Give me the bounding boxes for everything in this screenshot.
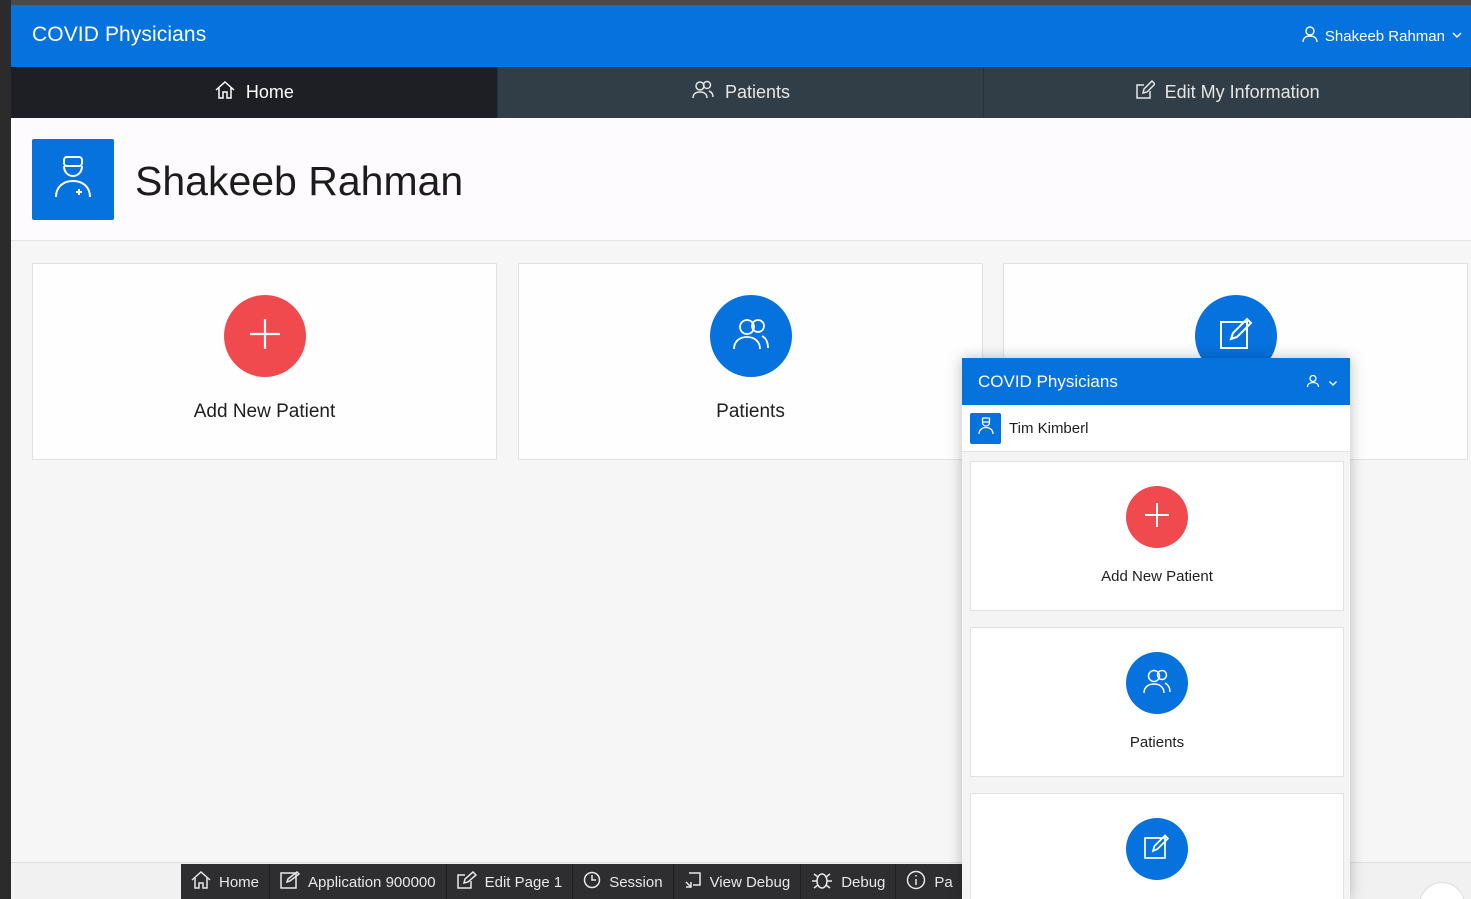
app-title[interactable]: COVID Physicians <box>32 23 206 47</box>
tab-label: Patients <box>724 82 791 102</box>
tab-label: Home <box>245 82 294 102</box>
edit-icon <box>456 870 477 893</box>
devbar-page-info[interactable]: Pa <box>896 864 964 899</box>
user-icon <box>1306 374 1320 393</box>
doctor-icon <box>53 155 93 204</box>
devbar-session[interactable]: Session <box>573 864 674 899</box>
users-icon <box>731 317 771 356</box>
mobile-page-hero: Tim Kimberl <box>962 405 1350 452</box>
tab-edit-my-information[interactable]: Edit My Information <box>984 67 1471 118</box>
doctor-icon <box>977 417 994 440</box>
page-title: Shakeeb Rahman <box>135 158 464 204</box>
devbar-label: Session <box>609 873 663 891</box>
card-icon-circle <box>1126 486 1188 548</box>
card-patients[interactable]: Patients <box>518 263 983 460</box>
home-icon <box>214 80 236 105</box>
edit-icon <box>1218 316 1254 357</box>
card-icon-circle <box>709 295 792 377</box>
clock-icon <box>583 871 601 893</box>
devbar-label: Application 900000 <box>308 873 436 891</box>
devbar-application[interactable]: Application 900000 <box>270 864 447 899</box>
edit-icon <box>1143 833 1171 866</box>
devbar-label: Pa <box>934 873 953 891</box>
mobile-card-edit-my-information[interactable] <box>970 793 1344 899</box>
info-icon <box>906 870 926 894</box>
card-label: Add New Patient <box>193 401 336 422</box>
devbar-label: View Debug <box>709 873 791 891</box>
devbar-label: Debug <box>841 873 886 891</box>
tab-label: Edit My Information <box>1164 82 1320 102</box>
mobile-user-menu[interactable] <box>1306 374 1338 393</box>
page-hero: Shakeeb Rahman <box>11 118 1471 241</box>
card-label: Patients <box>1129 734 1185 751</box>
view-debug-icon <box>684 871 702 893</box>
card-icon-circle <box>1126 818 1188 880</box>
card-label: Patients <box>716 401 785 422</box>
bug-icon <box>811 871 833 893</box>
tab-home[interactable]: Home <box>11 67 498 118</box>
card-label: Add New Patient <box>1101 568 1213 585</box>
card-add-new-patient[interactable]: Add New Patient <box>32 263 497 460</box>
mobile-app-title[interactable]: COVID Physicians <box>978 372 1118 392</box>
mobile-header: COVID Physicians <box>962 358 1350 405</box>
edit-box-icon <box>280 871 301 893</box>
devbar-label: Home <box>219 873 260 891</box>
window-left-edge <box>0 0 11 899</box>
devbar-edit-page[interactable]: Edit Page 1 <box>447 864 574 899</box>
mobile-preview-panel: COVID Physicians Tim Kimberl Add New Pat… <box>962 358 1350 899</box>
devbar-debug[interactable]: Debug <box>801 864 897 899</box>
app-header: COVID Physicians Shakeeb Rahman <box>11 5 1471 67</box>
edit-icon <box>1135 79 1156 105</box>
card-icon-circle <box>1126 652 1188 714</box>
home-icon <box>191 870 211 893</box>
avatar <box>32 139 114 220</box>
user-name: Shakeeb Rahman <box>1324 27 1445 45</box>
users-icon <box>691 80 715 105</box>
tab-patients[interactable]: Patients <box>497 67 985 118</box>
mobile-card-patients[interactable]: Patients <box>970 627 1344 777</box>
chevron-down-icon <box>1328 375 1338 393</box>
mobile-page-title: Tim Kimberl <box>1009 420 1089 437</box>
user-menu[interactable]: Shakeeb Rahman <box>1301 25 1463 47</box>
plus-icon <box>1144 502 1170 533</box>
user-icon <box>1301 25 1319 47</box>
devbar-home[interactable]: Home <box>181 864 271 899</box>
developer-toolbar-items: Home Application 900000 Edit Page 1 Sess… <box>181 864 964 899</box>
chevron-down-icon <box>1451 28 1463 45</box>
mobile-card-add-new-patient[interactable]: Add New Patient <box>970 461 1344 611</box>
users-icon <box>1142 668 1172 699</box>
mobile-avatar <box>970 413 1001 444</box>
main-navigation: Home Patients Edit My Information <box>11 67 1471 118</box>
card-icon-circle <box>223 295 306 377</box>
devbar-label: Edit Page 1 <box>484 873 563 891</box>
plus-icon <box>248 317 282 356</box>
devbar-view-debug[interactable]: View Debug <box>674 864 802 899</box>
